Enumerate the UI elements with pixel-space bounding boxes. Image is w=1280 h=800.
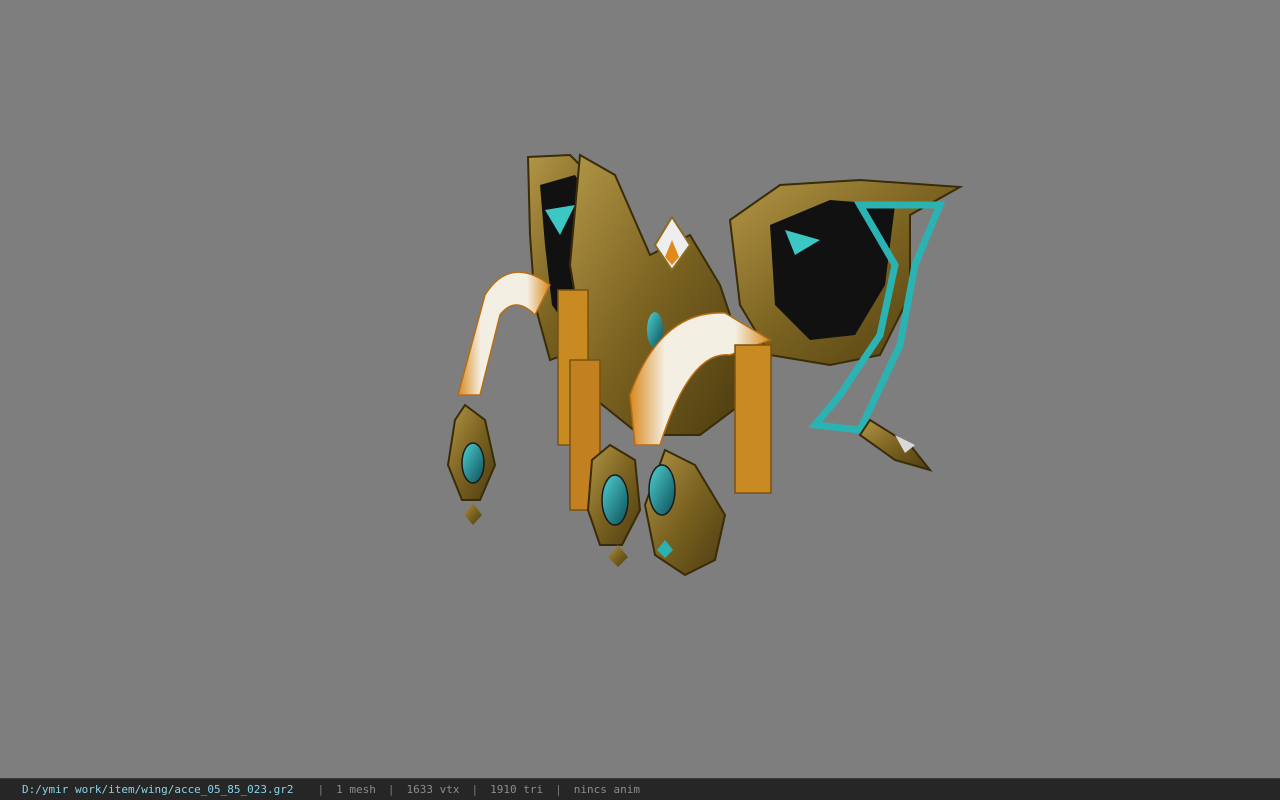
pendant-center xyxy=(586,443,642,567)
pendant-left xyxy=(446,403,497,525)
triangle-count: 1910 tri xyxy=(490,783,544,796)
vertex-count: 1633 vtx xyxy=(406,783,460,796)
animation-status: nincs anim xyxy=(573,783,640,796)
separator: | xyxy=(387,783,395,796)
status-bar: D:/ymir work/item/wing/acce_05_85_023.gr… xyxy=(0,778,1280,800)
pendant-right xyxy=(643,448,727,577)
separator: | xyxy=(555,783,562,796)
separator: | xyxy=(471,783,479,796)
3d-viewport[interactable] xyxy=(0,0,1280,778)
file-path: D:/ymir work/item/wing/acce_05_85_023.gr… xyxy=(22,783,294,796)
mesh-count: 1 mesh xyxy=(336,783,376,796)
separator: | xyxy=(317,783,325,796)
model-preview[interactable] xyxy=(440,145,970,585)
